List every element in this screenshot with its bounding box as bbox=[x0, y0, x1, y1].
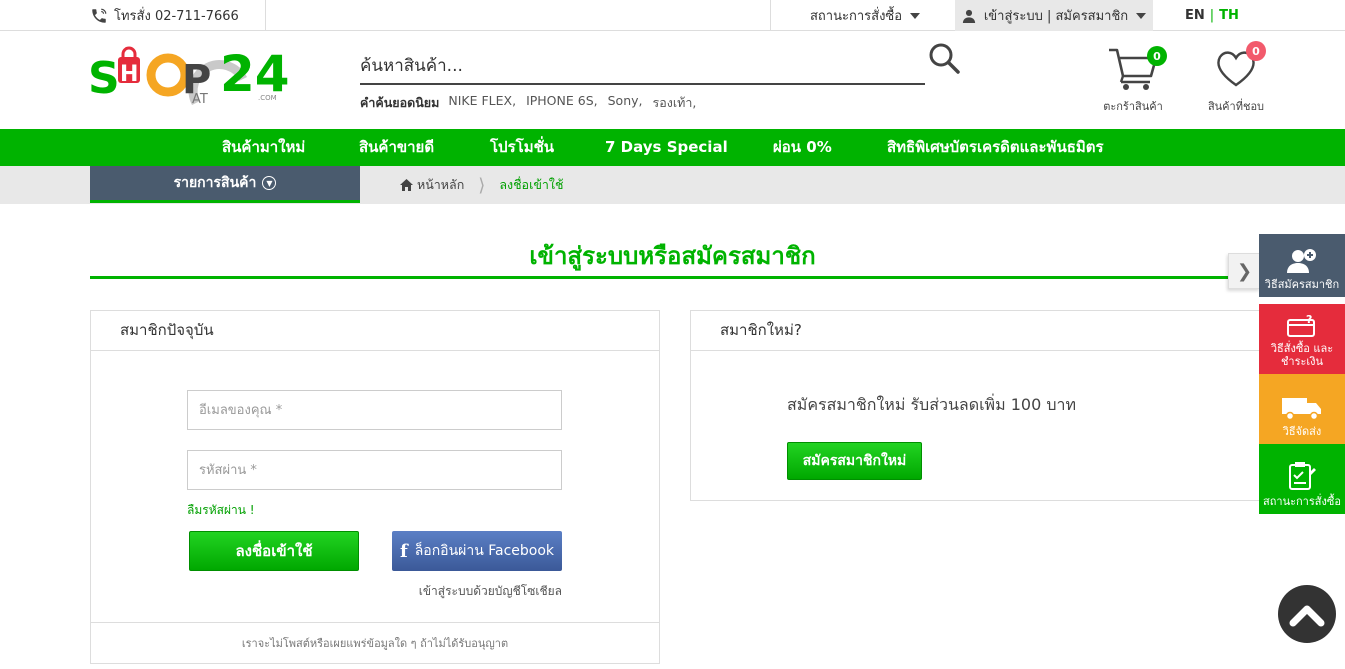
nav-item-credit-card-privileges[interactable]: สิทธิพิเศษบัตรเครดิตและพันธมิตร bbox=[887, 129, 1104, 166]
phone-contact[interactable]: โทรสั่ง 02-711-7666 bbox=[90, 0, 239, 31]
popular-label: คำค้นยอดนิยม bbox=[360, 95, 440, 110]
header: S H O P AT 24 .COM คำค้นยอดนิยม NIKE FLE… bbox=[0, 31, 1345, 129]
login-button[interactable]: ลงชื่อเข้าใช้ bbox=[189, 531, 359, 571]
side-how-to-order[interactable]: ? วิธีสั่งซื้อ และ ชำระเงิน bbox=[1259, 304, 1345, 374]
existing-member-panel: สมาชิกปัจจุบัน ลืมรหัสผ่าน ! ลงชื่อเข้าใ… bbox=[90, 310, 660, 664]
register-button[interactable]: สมัครสมาชิกใหม่ bbox=[787, 442, 922, 480]
facebook-login-label: ล็อกอินผ่าน Facebook bbox=[414, 543, 555, 559]
side-how-to-register-label: วิธีสมัครสมาชิก bbox=[1264, 278, 1340, 291]
new-member-promo: สมัครสมาชิกใหม่ รับส่วนลดเพิ่ม 100 บาท bbox=[787, 395, 1077, 414]
cart-label: ตะกร้าสินค้า bbox=[1103, 100, 1163, 113]
breadcrumb-separator-icon: ⟩ bbox=[478, 174, 486, 196]
logo-h: H bbox=[120, 62, 138, 87]
email-field[interactable] bbox=[187, 390, 562, 430]
home-icon bbox=[400, 179, 413, 191]
nav-item-7-days-special[interactable]: 7 Days Special bbox=[605, 129, 728, 166]
clipboard-icon bbox=[1289, 462, 1316, 490]
sub-bar: รายการสินค้า ▼ หน้าหลัก ⟩ ลงชื่อเข้าใช้ bbox=[0, 166, 1345, 204]
main-nav: สินค้ามาใหม่ สินค้าขายดี โปรโมชั่น 7 Day… bbox=[0, 129, 1345, 166]
password-field[interactable] bbox=[187, 450, 562, 490]
side-order-status[interactable]: สถานะการสั่งซื้อ bbox=[1259, 444, 1345, 514]
nav-item-new-arrivals[interactable]: สินค้ามาใหม่ bbox=[222, 129, 305, 166]
order-status-dropdown[interactable]: สถานะการสั่งซื้อ bbox=[810, 0, 921, 31]
breadcrumb: หน้าหลัก ⟩ ลงชื่อเข้าใช้ bbox=[400, 166, 564, 204]
search-area bbox=[360, 49, 925, 85]
popular-searches: คำค้นยอดนิยม NIKE FLEX, IPHONE 6S, Sony,… bbox=[360, 93, 706, 113]
side-menu-toggle[interactable]: ❯ bbox=[1228, 253, 1260, 289]
side-order-status-label: สถานะการสั่งซื้อ bbox=[1263, 495, 1341, 508]
new-member-heading: สมาชิกใหม่? bbox=[691, 311, 1267, 351]
arrow-up-icon bbox=[1289, 605, 1325, 627]
side-shipping[interactable]: วิธีจัดส่ง bbox=[1259, 374, 1345, 444]
logo-24: 24 bbox=[220, 45, 290, 103]
category-menu-label: รายการสินค้า bbox=[173, 175, 257, 191]
chevron-down-icon: ▼ bbox=[262, 176, 277, 190]
logo-at: AT bbox=[192, 92, 208, 107]
popular-keyword[interactable]: รองเท้า, bbox=[653, 93, 697, 113]
logo-com: .COM bbox=[258, 94, 277, 102]
lang-en[interactable]: EN bbox=[1185, 8, 1205, 23]
existing-member-heading: สมาชิกปัจจุบัน bbox=[91, 311, 659, 351]
divider bbox=[265, 0, 266, 31]
phone-icon bbox=[92, 8, 107, 23]
page-title: เข้าสู่ระบบหรือสมัครสมาชิก bbox=[529, 242, 816, 270]
forgot-password-link[interactable]: ลืมรหัสผ่าน ! bbox=[187, 501, 255, 520]
nav-item-promotions[interactable]: โปรโมชั่น bbox=[490, 129, 554, 166]
chevron-right-icon: ❯ bbox=[1236, 260, 1253, 282]
add-user-icon bbox=[1287, 249, 1316, 273]
breadcrumb-current: ลงชื่อเข้าใช้ bbox=[499, 177, 564, 192]
logo-s: S bbox=[88, 53, 120, 104]
facebook-icon: f bbox=[399, 540, 408, 562]
popular-keyword[interactable]: IPHONE 6S, bbox=[526, 93, 598, 113]
new-member-panel: สมาชิกใหม่? สมัครสมาชิกใหม่ รับส่วนลดเพิ… bbox=[690, 310, 1268, 501]
language-switcher: EN | TH bbox=[1185, 0, 1239, 31]
side-how-to-register[interactable]: วิธีสมัครสมาชิก bbox=[1259, 234, 1345, 304]
lang-separator: | bbox=[1209, 8, 1215, 23]
facebook-login-button[interactable]: f ล็อกอินผ่าน Facebook bbox=[392, 531, 562, 571]
card-question-icon: ? bbox=[1287, 314, 1315, 337]
order-status-label: สถานะการสั่งซื้อ bbox=[810, 9, 903, 24]
login-register-dropdown[interactable]: เข้าสู่ระบบ | สมัครสมาชิก bbox=[955, 0, 1153, 31]
title-underline bbox=[90, 276, 1255, 279]
login-register-label: เข้าสู่ระบบ | สมัครสมาชิก bbox=[983, 9, 1129, 24]
top-bar: โทรสั่ง 02-711-7666 สถานะการสั่งซื้อ เข้… bbox=[0, 0, 1345, 31]
caret-down-icon bbox=[1136, 12, 1147, 19]
social-login-note: เข้าสู่ระบบด้วยบัญชีโซเชียล bbox=[418, 584, 562, 598]
svg-text:?: ? bbox=[1306, 314, 1312, 326]
cart-count-badge: 0 bbox=[1147, 46, 1167, 66]
site-logo[interactable]: S H O P AT 24 .COM bbox=[88, 41, 293, 116]
user-icon bbox=[962, 9, 975, 23]
category-menu-button[interactable]: รายการสินค้า ▼ bbox=[90, 166, 360, 203]
caret-down-icon bbox=[910, 12, 921, 19]
divider bbox=[770, 0, 771, 31]
divider bbox=[91, 622, 659, 623]
popular-keyword[interactable]: NIKE FLEX, bbox=[448, 93, 516, 113]
side-shipping-label: วิธีจัดส่ง bbox=[1282, 425, 1322, 438]
search-icon[interactable] bbox=[928, 42, 960, 74]
wishlist-label: สินค้าที่ชอบ bbox=[1207, 100, 1265, 113]
cart-button[interactable]: 0 ตะกร้าสินค้า bbox=[1100, 45, 1167, 115]
breadcrumb-home[interactable]: หน้าหลัก bbox=[417, 175, 464, 195]
popular-keyword[interactable]: Sony, bbox=[608, 93, 643, 113]
truck-icon bbox=[1282, 398, 1321, 421]
search-input[interactable] bbox=[360, 49, 925, 85]
wishlist-count-badge: 0 bbox=[1246, 41, 1266, 61]
privacy-note: เราจะไม่โพสต์หรือเผยแพร่ข้อมูลใด ๆ ถ้าไม… bbox=[241, 637, 509, 650]
nav-item-best-sellers[interactable]: สินค้าขายดี bbox=[359, 129, 434, 166]
back-to-top-button[interactable] bbox=[1278, 585, 1336, 643]
phone-text: โทรสั่ง 02-711-7666 bbox=[114, 9, 239, 24]
nav-item-installment[interactable]: ผ่อน 0% bbox=[773, 129, 832, 166]
side-how-to-order-label: วิธีสั่งซื้อ และ ชำระเงิน bbox=[1270, 342, 1334, 368]
wishlist-button[interactable]: 0 สินค้าที่ชอบ bbox=[1203, 41, 1269, 115]
lang-th[interactable]: TH bbox=[1219, 8, 1239, 23]
